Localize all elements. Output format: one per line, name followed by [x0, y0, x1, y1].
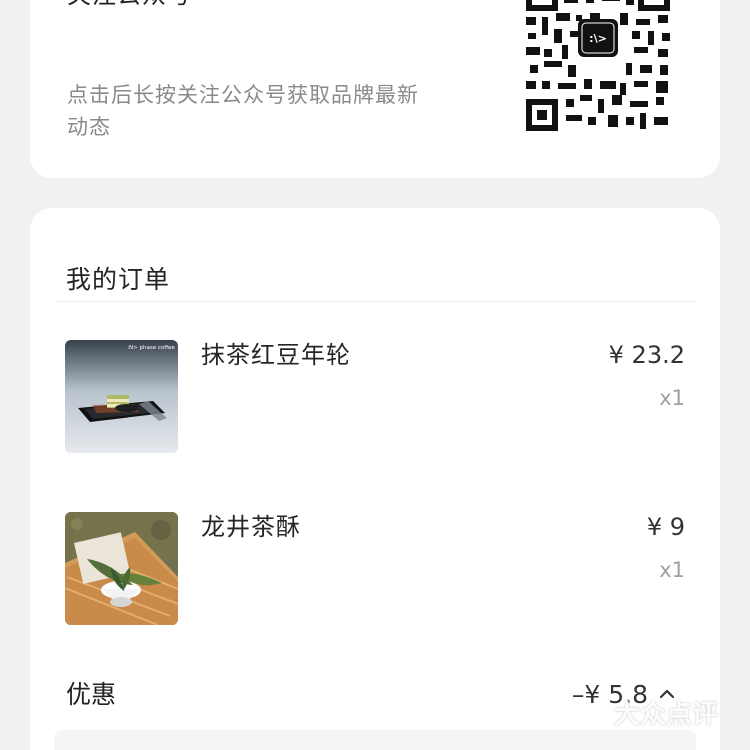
product-image[interactable]: [65, 512, 178, 625]
product-name: 抹茶红豆年轮: [201, 341, 351, 369]
product-quantity: x1: [659, 386, 685, 410]
discount-row[interactable]: 优惠 –¥ 5.8: [66, 678, 686, 718]
my-orders-card: 我的订单 :N> phase coffee 抹茶红豆年轮 ¥ 23.2 x1 龙…: [30, 208, 720, 750]
follow-account-description: 点击后长按关注公众号获取品牌最新动态: [67, 83, 419, 139]
product-price: ¥ 9: [646, 513, 685, 541]
page: 关注公众号 点击后长按关注公众号获取品牌最新动态: [0, 0, 750, 750]
order-item[interactable]: 龙井茶酥 ¥ 9 x1: [65, 512, 685, 626]
discount-value: –¥ 5.8: [571, 680, 648, 709]
orders-divider: [54, 301, 696, 302]
product-image-caption: :N> phase coffee: [127, 345, 175, 351]
follow-account-title: 关注公众号: [67, 0, 192, 10]
product-name: 龙井茶酥: [201, 513, 301, 541]
discount-detail-panel: [54, 730, 696, 750]
discount-label: 优惠: [66, 680, 117, 709]
product-image[interactable]: :N> phase coffee: [65, 340, 178, 453]
order-item[interactable]: :N> phase coffee 抹茶红豆年轮 ¥ 23.2 x1: [65, 340, 685, 454]
qr-code-icon[interactable]: :\>: [524, 0, 672, 133]
svg-text::\>: :\>: [589, 32, 607, 45]
product-price: ¥ 23.2: [608, 341, 685, 369]
product-quantity: x1: [659, 558, 685, 582]
orders-title: 我的订单: [66, 264, 171, 294]
follow-account-card[interactable]: 关注公众号 点击后长按关注公众号获取品牌最新动态: [30, 0, 720, 178]
chevron-up-icon[interactable]: [656, 683, 678, 705]
